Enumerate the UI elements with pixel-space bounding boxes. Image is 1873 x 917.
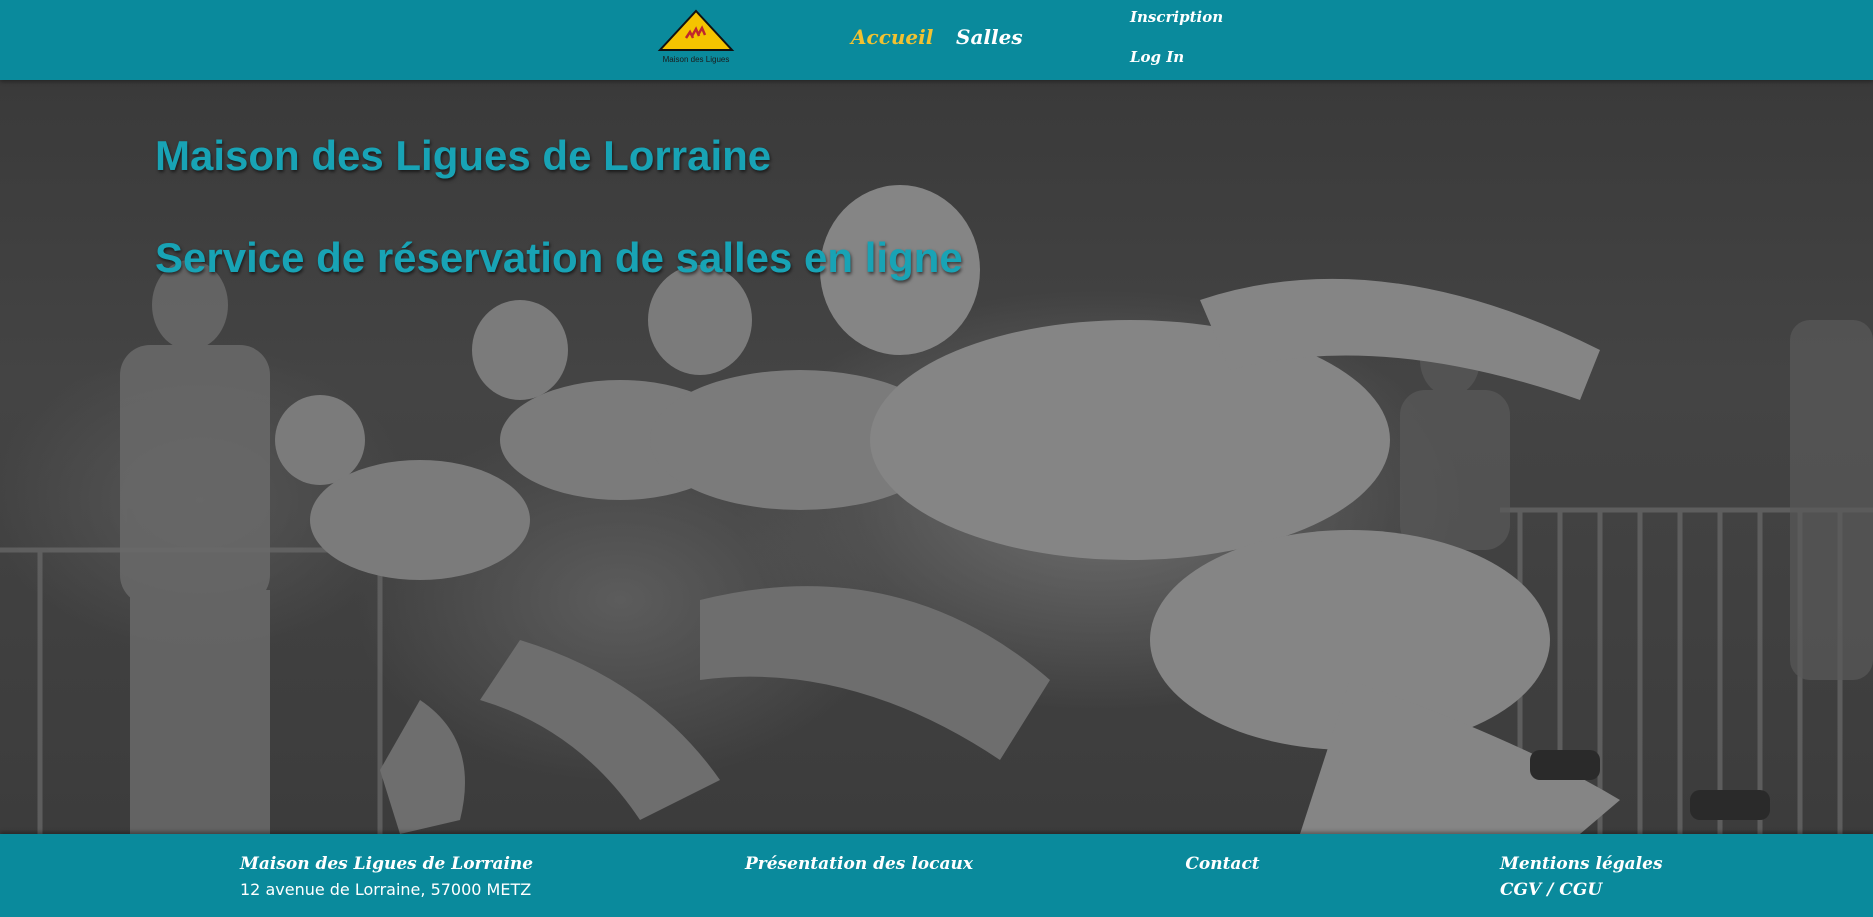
footer-org-name: Maison des Ligues de Lorraine [240, 854, 534, 874]
logo[interactable]: Maison des Ligues [656, 8, 736, 66]
footer-presentation-link[interactable]: Présentation des locaux [745, 854, 973, 874]
footer-legal-block: Mentions légales CGV / CGU [1500, 854, 1663, 900]
logo-triangle-icon [657, 9, 735, 51]
footer-contact-block: Contact [1180, 854, 1265, 874]
hero-title: Maison des Ligues de Lorraine [155, 132, 772, 179]
footer-address-block: Maison des Ligues de Lorraine 12 avenue … [240, 854, 534, 899]
site-footer: Maison des Ligues de Lorraine 12 avenue … [0, 834, 1873, 917]
login-link[interactable]: Log In [1130, 48, 1184, 66]
register-link[interactable]: Inscription [1130, 8, 1223, 26]
footer-terms-link[interactable]: CGV / CGU [1500, 880, 1640, 900]
hero-subtitle: Service de réservation de salles en lign… [155, 234, 963, 281]
footer-legal-link[interactable]: Mentions légales [1500, 854, 1663, 874]
top-header: Maison des Ligues Accueil Salles Inscrip… [0, 0, 1873, 80]
footer-address: 12 avenue de Lorraine, 57000 METZ [240, 880, 532, 899]
footer-contact-link[interactable]: Contact [1180, 854, 1265, 874]
nav-home-link[interactable]: Accueil [851, 25, 933, 49]
nav-rooms-link[interactable]: Salles [956, 25, 1023, 49]
footer-presentation-block: Présentation des locaux [745, 854, 973, 874]
hero-background-image [0, 185, 1873, 834]
logo-caption: Maison des Ligues [662, 55, 730, 64]
hero-banner: Maison des Ligues de Lorraine Service de… [0, 80, 1873, 834]
